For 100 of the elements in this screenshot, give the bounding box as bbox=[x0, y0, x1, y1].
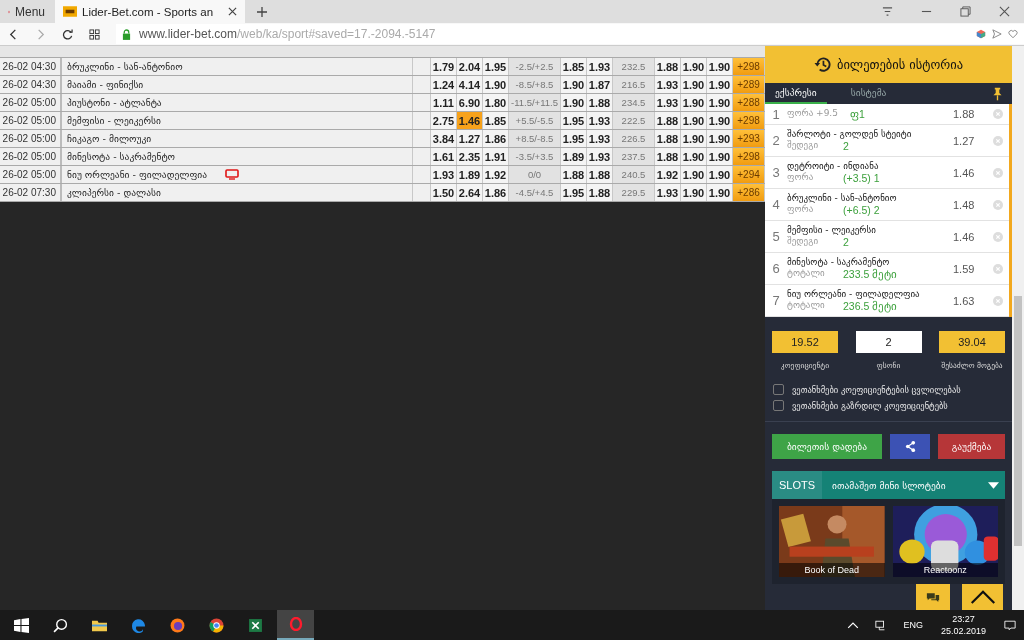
odds-cell[interactable]: 2.35 bbox=[457, 148, 483, 165]
line-cell[interactable]: -2.5/+2.5 bbox=[509, 58, 561, 75]
odds-cell[interactable]: 1.92 bbox=[483, 166, 509, 183]
slots-dropdown[interactable]: ითამაშეთ მინი სლოტები bbox=[822, 471, 1005, 499]
match-teams[interactable]: ბრუკლინი - სან-ანტონიო bbox=[62, 58, 413, 75]
line-cell[interactable]: +8.5/-8.5 bbox=[509, 130, 561, 147]
odds-cell[interactable]: 1.80 bbox=[483, 94, 509, 111]
odds-cell[interactable]: 1.90 bbox=[483, 76, 509, 93]
match-teams[interactable]: მინესოტა - საკრამენტო bbox=[62, 148, 413, 165]
odds-cell[interactable]: 1.93 bbox=[587, 148, 613, 165]
odds-cell[interactable]: 1.88 bbox=[561, 166, 587, 183]
odds-cell[interactable]: 1.95 bbox=[483, 58, 509, 75]
odds-cell[interactable]: 1.90 bbox=[707, 58, 733, 75]
odds-cell[interactable]: 1.93 bbox=[655, 76, 681, 93]
filter-icon[interactable] bbox=[882, 6, 893, 17]
send-icon[interactable] bbox=[992, 29, 1002, 39]
line-cell[interactable]: -8.5/+8.5 bbox=[509, 76, 561, 93]
menu-button[interactable]: Menu bbox=[0, 4, 55, 19]
line-cell[interactable]: 216.5 bbox=[613, 76, 655, 93]
tv-icon[interactable] bbox=[225, 169, 239, 180]
odds-cell[interactable]: 4.14 bbox=[457, 76, 483, 93]
odds-cell[interactable]: 1.79 bbox=[431, 58, 457, 75]
chat-button[interactable] bbox=[916, 584, 950, 610]
reload-icon[interactable] bbox=[62, 28, 73, 40]
odds-cell[interactable]: 2.04 bbox=[457, 58, 483, 75]
checkbox[interactable] bbox=[773, 400, 784, 411]
odds-cell[interactable]: 2.64 bbox=[457, 184, 483, 201]
more-bets-cell[interactable]: +294 bbox=[733, 166, 765, 183]
scroll-top-button[interactable] bbox=[962, 584, 1003, 610]
odds-cell[interactable]: 1.90 bbox=[707, 112, 733, 129]
odds-cell[interactable]: 1.88 bbox=[587, 94, 613, 111]
odds-cell[interactable]: 1.93 bbox=[587, 130, 613, 147]
odds-cell[interactable]: 3.84 bbox=[431, 130, 457, 147]
match-teams[interactable]: კლიპერსი - დალასი bbox=[62, 184, 413, 201]
line-cell[interactable]: 0/0 bbox=[509, 166, 561, 183]
odds-cell[interactable]: 1.88 bbox=[655, 58, 681, 75]
odds-cell[interactable]: 1.93 bbox=[655, 184, 681, 201]
line-cell[interactable]: 226.5 bbox=[613, 130, 655, 147]
page-scrollbar[interactable] bbox=[1012, 46, 1024, 610]
spreadsheet-icon[interactable] bbox=[248, 617, 263, 633]
line-cell[interactable]: -4.5/+4.5 bbox=[509, 184, 561, 201]
browser-tab[interactable]: Lider-Bet.com - Sports an bbox=[55, 0, 245, 23]
odds-cell[interactable]: 1.85 bbox=[483, 112, 509, 129]
back-icon[interactable] bbox=[8, 28, 19, 40]
cube-icon[interactable] bbox=[976, 29, 986, 39]
clock-date[interactable]: 25.02.2019 bbox=[940, 625, 986, 637]
odds-cell[interactable]: 1.88 bbox=[655, 148, 681, 165]
checkbox[interactable] bbox=[773, 384, 784, 395]
odds-cell[interactable]: 1.92 bbox=[655, 166, 681, 183]
more-bets-cell[interactable]: +298 bbox=[733, 58, 765, 75]
clock-time[interactable]: 23:27 bbox=[952, 613, 975, 625]
more-bets-cell[interactable]: +289 bbox=[733, 76, 765, 93]
odds-cell[interactable]: 1.93 bbox=[587, 112, 613, 129]
odds-cell[interactable]: 1.85 bbox=[561, 58, 587, 75]
odds-cell[interactable]: 6.90 bbox=[457, 94, 483, 111]
odds-cell[interactable]: 1.24 bbox=[431, 76, 457, 93]
line-cell[interactable]: 222.5 bbox=[613, 112, 655, 129]
odds-cell[interactable]: 1.90 bbox=[681, 184, 707, 201]
line-cell[interactable]: 237.5 bbox=[613, 148, 655, 165]
close-icon[interactable] bbox=[228, 7, 237, 16]
odds-cell[interactable]: 1.93 bbox=[587, 58, 613, 75]
match-teams[interactable]: მემფისი - ლეიკერსი bbox=[62, 112, 413, 129]
address-field[interactable]: www.lider-bet.com/web/ka/sport#saved=17.-2094.-5147 bbox=[116, 24, 1024, 44]
line-cell[interactable]: 229.5 bbox=[613, 184, 655, 201]
odds-cell[interactable]: 1.90 bbox=[707, 76, 733, 93]
odds-cell[interactable]: 2.75 bbox=[431, 112, 457, 129]
more-bets-cell[interactable]: +298 bbox=[733, 112, 765, 129]
cancel-button[interactable]: გაუქმება bbox=[938, 434, 1005, 459]
odds-cell[interactable]: 1.86 bbox=[483, 130, 509, 147]
line-cell[interactable]: -3.5/+3.5 bbox=[509, 148, 561, 165]
chrome-icon[interactable] bbox=[209, 617, 224, 633]
odds-cell[interactable]: 1.87 bbox=[587, 76, 613, 93]
odds-cell[interactable]: 1.89 bbox=[561, 148, 587, 165]
firefox-icon[interactable] bbox=[170, 617, 185, 633]
match-teams[interactable]: ჰიუსტონი - ატლანტა bbox=[62, 94, 413, 111]
new-tab-icon[interactable] bbox=[257, 6, 267, 17]
odds-cell[interactable]: 1.88 bbox=[655, 130, 681, 147]
odds-cell[interactable]: 1.90 bbox=[561, 94, 587, 111]
game-tile[interactable]: Book of Dead bbox=[779, 506, 885, 577]
odds-cell[interactable]: 1.90 bbox=[561, 76, 587, 93]
more-bets-cell[interactable]: +293 bbox=[733, 130, 765, 147]
scrollbar[interactable] bbox=[1009, 104, 1012, 317]
odds-cell[interactable]: 1.86 bbox=[483, 184, 509, 201]
search-icon[interactable] bbox=[53, 617, 68, 633]
language-indicator[interactable]: ENG bbox=[903, 620, 923, 630]
odds-cell[interactable]: 1.90 bbox=[707, 166, 733, 183]
windows-start-icon[interactable] bbox=[14, 617, 29, 633]
odds-cell[interactable]: 1.90 bbox=[681, 112, 707, 129]
line-cell[interactable]: 240.5 bbox=[613, 166, 655, 183]
odds-cell[interactable]: 1.88 bbox=[587, 166, 613, 183]
edge-browser-icon[interactable] bbox=[131, 617, 146, 633]
grid-icon[interactable] bbox=[89, 28, 100, 40]
odds-cell[interactable]: 1.95 bbox=[561, 184, 587, 201]
stake-field[interactable]: 2 bbox=[855, 331, 922, 353]
more-bets-cell[interactable]: +298 bbox=[733, 148, 765, 165]
odds-cell[interactable]: 1.27 bbox=[457, 130, 483, 147]
notifications-icon[interactable] bbox=[1004, 619, 1016, 631]
odds-cell[interactable]: 1.88 bbox=[587, 184, 613, 201]
odds-cell[interactable]: 1.93 bbox=[655, 94, 681, 111]
ticket-tab[interactable]: სისტემა bbox=[840, 83, 897, 104]
